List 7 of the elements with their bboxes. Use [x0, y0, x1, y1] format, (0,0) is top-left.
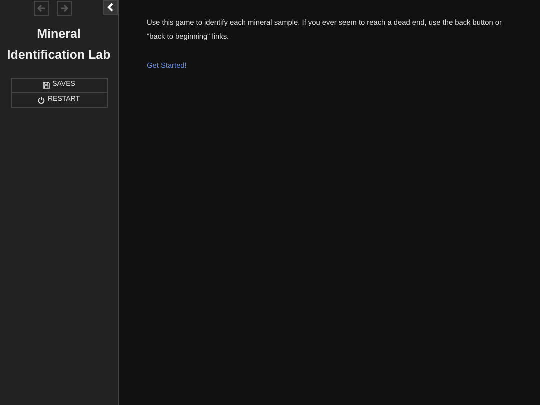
story-title: Mineral [36, 26, 82, 43]
left-arrow-icon [37, 4, 46, 13]
chevron-left-icon [107, 3, 114, 12]
story-title: Identification Lab [6, 47, 112, 64]
collapse-button[interactable] [103, 0, 118, 15]
power-icon [38, 96, 45, 104]
right-arrow-icon [60, 4, 69, 13]
